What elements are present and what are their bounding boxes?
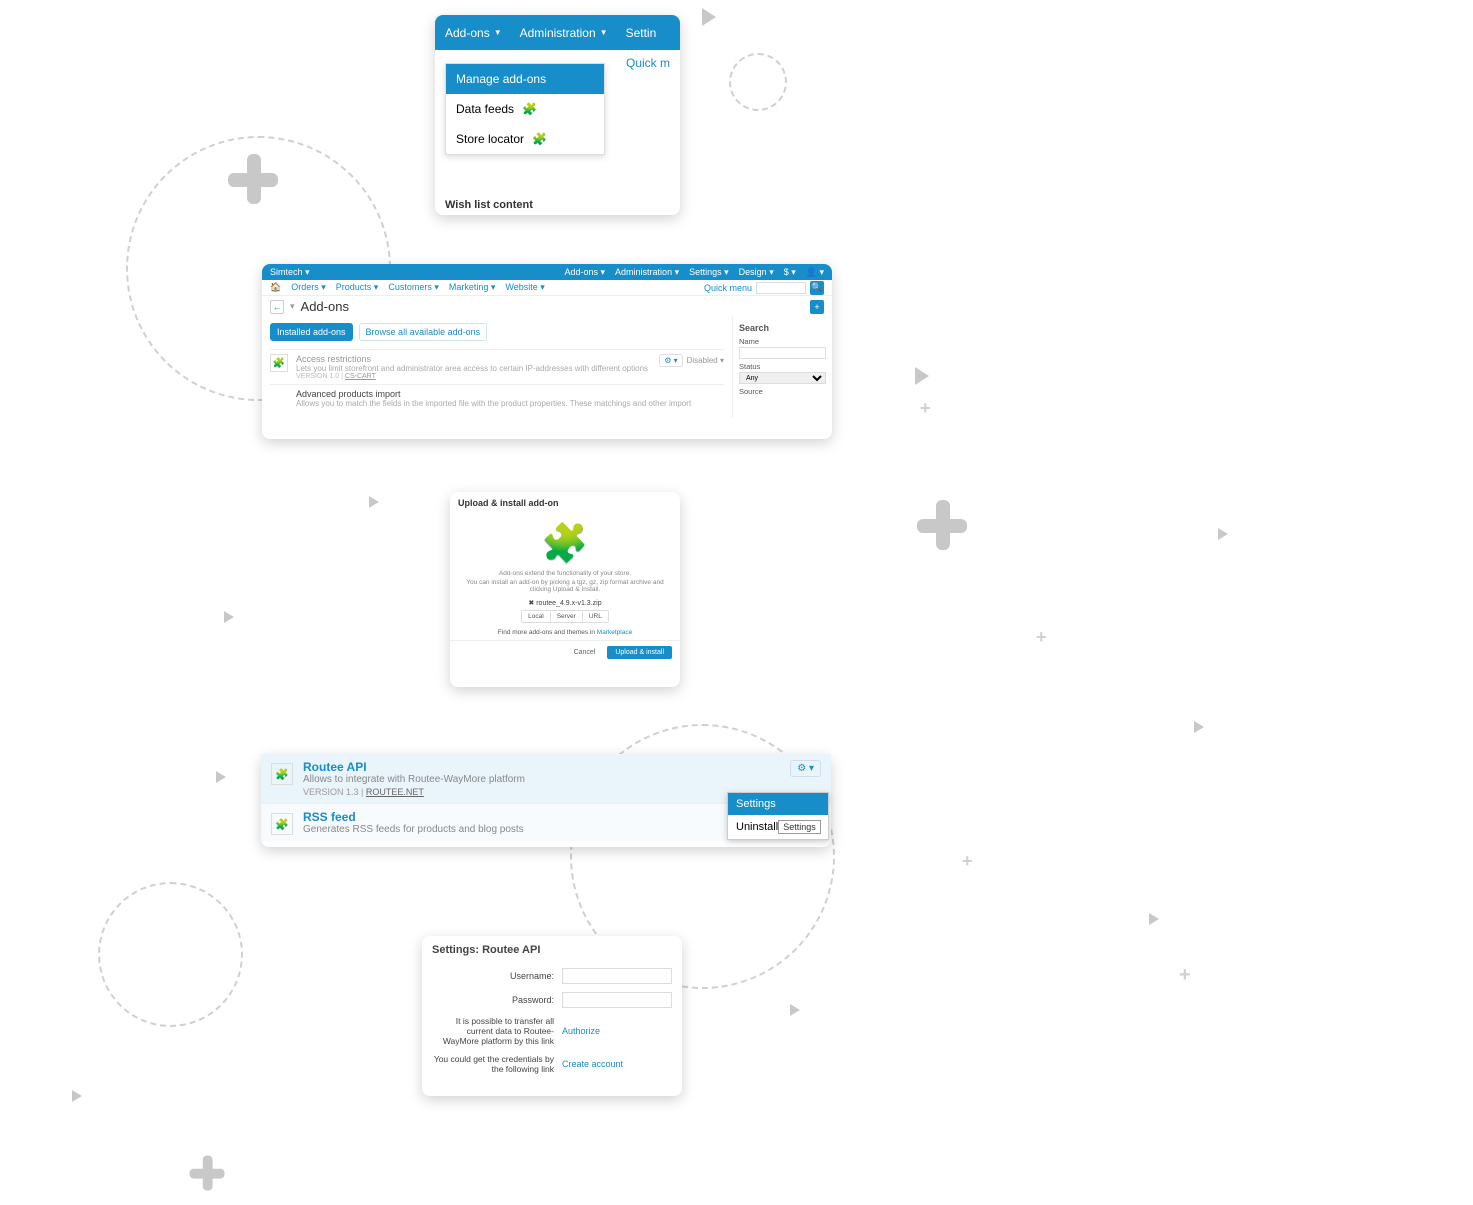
user-menu-icon[interactable]: 👤 ▾ bbox=[806, 267, 824, 278]
username-input[interactable] bbox=[562, 968, 672, 984]
dd-uninstall[interactable]: Uninstall Settings bbox=[728, 815, 828, 839]
label-username: Username: bbox=[432, 971, 562, 981]
tab-installed[interactable]: Installed add-ons bbox=[270, 323, 353, 341]
addon-name[interactable]: Advanced products import bbox=[296, 389, 724, 399]
label-transfer: It is possible to transfer all current d… bbox=[432, 1016, 562, 1046]
nav-administration[interactable]: Administration ▾ bbox=[615, 267, 679, 278]
tab-browse[interactable]: Browse all available add-ons bbox=[359, 323, 488, 341]
seg-url[interactable]: URL bbox=[583, 611, 608, 622]
nav-marketing[interactable]: Marketing ▾ bbox=[449, 282, 496, 293]
back-button[interactable]: ← bbox=[270, 300, 284, 314]
dd-settings[interactable]: Settings bbox=[728, 793, 828, 815]
puzzle-icon: 🧩 bbox=[532, 132, 547, 146]
selected-file: ✖ routee_4.9.x-v1.3.zip bbox=[460, 599, 670, 607]
quick-menu-link[interactable]: Quick menu bbox=[704, 283, 752, 293]
authorize-link[interactable]: Authorize bbox=[562, 1026, 600, 1036]
nav-website[interactable]: Website ▾ bbox=[505, 282, 544, 293]
marketplace-hint: Find more add-ons and themes in Marketpl… bbox=[460, 629, 670, 636]
addons-dropdown-menu: Manage add-ons Data feeds🧩 Store locator… bbox=[445, 63, 605, 155]
menu-data-feeds[interactable]: Data feeds🧩 bbox=[446, 94, 604, 124]
title-menu-toggle[interactable]: ▾ bbox=[290, 301, 295, 312]
nav-administration[interactable]: Administration ▼ bbox=[520, 26, 608, 40]
nav-orders[interactable]: Orders ▾ bbox=[291, 282, 326, 293]
marketplace-link[interactable]: Marketplace bbox=[597, 629, 632, 636]
nav-customers[interactable]: Customers ▾ bbox=[388, 282, 439, 293]
menu-manage-addons[interactable]: Manage add-ons bbox=[446, 64, 604, 94]
search-status-select[interactable]: Any bbox=[739, 372, 826, 384]
upload-install-button[interactable]: Upload & install bbox=[607, 646, 672, 659]
home-icon[interactable]: 🏠 bbox=[270, 282, 281, 293]
dialog-text: You can install an add-on by picking a t… bbox=[460, 579, 670, 593]
page-title-row: ← ▾ Add-ons + bbox=[262, 296, 832, 317]
global-search-input[interactable] bbox=[756, 282, 806, 294]
search-name-input[interactable] bbox=[739, 347, 826, 359]
nav-settings[interactable]: Settings ▾ bbox=[689, 267, 729, 278]
tooltip: Settings bbox=[778, 820, 821, 834]
label-source: Source bbox=[739, 387, 826, 396]
gear-dropdown: Settings Uninstall Settings bbox=[727, 792, 829, 840]
dialog-title: Upload & install add-on bbox=[450, 492, 680, 514]
settings-title: Settings: Routee API bbox=[422, 936, 682, 964]
seg-local[interactable]: Local bbox=[522, 611, 551, 622]
addon-row: 🧩 Advanced products import Allows you to… bbox=[270, 384, 724, 412]
sidebar-heading: Search bbox=[739, 323, 826, 333]
addon-desc: Allows to integrate with Routee-WayMore … bbox=[303, 774, 780, 785]
upload-source-segment: Local Server URL bbox=[521, 610, 609, 623]
create-account-link[interactable]: Create account bbox=[562, 1059, 623, 1069]
search-button[interactable]: 🔍 bbox=[810, 281, 824, 295]
currency-selector[interactable]: $ ▾ bbox=[784, 267, 796, 278]
label-name: Name bbox=[739, 337, 826, 346]
menu-store-locator[interactable]: Store locator🧩 bbox=[446, 124, 604, 154]
puzzle-icon: 🧩 bbox=[271, 813, 293, 835]
addon-gear-button[interactable]: ⚙ ▾ bbox=[659, 354, 682, 367]
nav-products[interactable]: Products ▾ bbox=[336, 282, 379, 293]
puzzle-icon: 🧩 bbox=[522, 102, 537, 116]
add-button[interactable]: + bbox=[810, 300, 824, 314]
addon-desc: Allows you to match the fields in the im… bbox=[296, 399, 724, 408]
addon-version: VERSION 1.3 | ROUTEE.NET bbox=[303, 787, 780, 797]
admin-navbar: 🏠 Orders ▾ Products ▾ Customers ▾ Market… bbox=[262, 280, 832, 296]
label-credentials: You could get the credentials by the fol… bbox=[432, 1054, 562, 1074]
label-password: Password: bbox=[432, 995, 562, 1005]
nav-addons[interactable]: Add-ons ▾ bbox=[564, 267, 605, 278]
addon-vendor-link[interactable]: ROUTEE.NET bbox=[366, 787, 424, 797]
addon-gear-button[interactable]: ⚙ ▾ bbox=[790, 760, 821, 777]
addon-name[interactable]: Routee API bbox=[303, 760, 780, 774]
addons-page-card: Simtech ▾ Add-ons ▾ Administration ▾ Set… bbox=[262, 264, 832, 439]
addon-version: VERSION 1.0 | CS-CART bbox=[296, 373, 651, 380]
addon-vendor-link[interactable]: CS-CART bbox=[345, 373, 376, 380]
label-status: Status bbox=[739, 362, 826, 371]
store-selector[interactable]: Simtech ▾ bbox=[270, 267, 310, 278]
addon-status-toggle[interactable]: Disabled ▾ bbox=[687, 356, 724, 365]
wish-list-heading: Wish list content bbox=[445, 199, 533, 211]
routee-row-card: 🧩 Routee API Allows to integrate with Ro… bbox=[261, 754, 831, 847]
dialog-text: Add-ons extend the functionality of your… bbox=[460, 570, 670, 577]
puzzle-icon: 🧩 bbox=[270, 354, 288, 372]
puzzle-icon: 🧩 bbox=[271, 763, 293, 785]
page-title: Add-ons bbox=[301, 299, 349, 314]
nav-addons[interactable]: Add-ons ▼ bbox=[445, 26, 502, 40]
nav-design[interactable]: Design ▾ bbox=[739, 267, 774, 278]
addon-row: 🧩 Access restrictions Lets you limit sto… bbox=[270, 349, 724, 384]
cancel-button[interactable]: Cancel bbox=[566, 646, 604, 659]
addon-desc: Lets you limit storefront and administra… bbox=[296, 364, 651, 373]
search-sidebar: Search Name Status Any Source bbox=[732, 317, 832, 418]
upload-dialog-card: Upload & install add-on 🧩 Add-ons extend… bbox=[450, 492, 680, 687]
nav-settings[interactable]: Settin bbox=[626, 26, 657, 40]
password-input[interactable] bbox=[562, 992, 672, 1008]
addons-dropdown-card: Add-ons ▼ Administration ▼ Settin Quick … bbox=[435, 15, 680, 215]
seg-server[interactable]: Server bbox=[551, 611, 583, 622]
admin-topbar: Simtech ▾ Add-ons ▾ Administration ▾ Set… bbox=[262, 264, 832, 280]
addon-name[interactable]: Access restrictions bbox=[296, 354, 651, 364]
topbar: Add-ons ▼ Administration ▼ Settin bbox=[435, 15, 680, 50]
puzzle-icon: 🧩 bbox=[460, 522, 670, 566]
settings-form-card: Settings: Routee API Username: Password:… bbox=[422, 936, 682, 1096]
